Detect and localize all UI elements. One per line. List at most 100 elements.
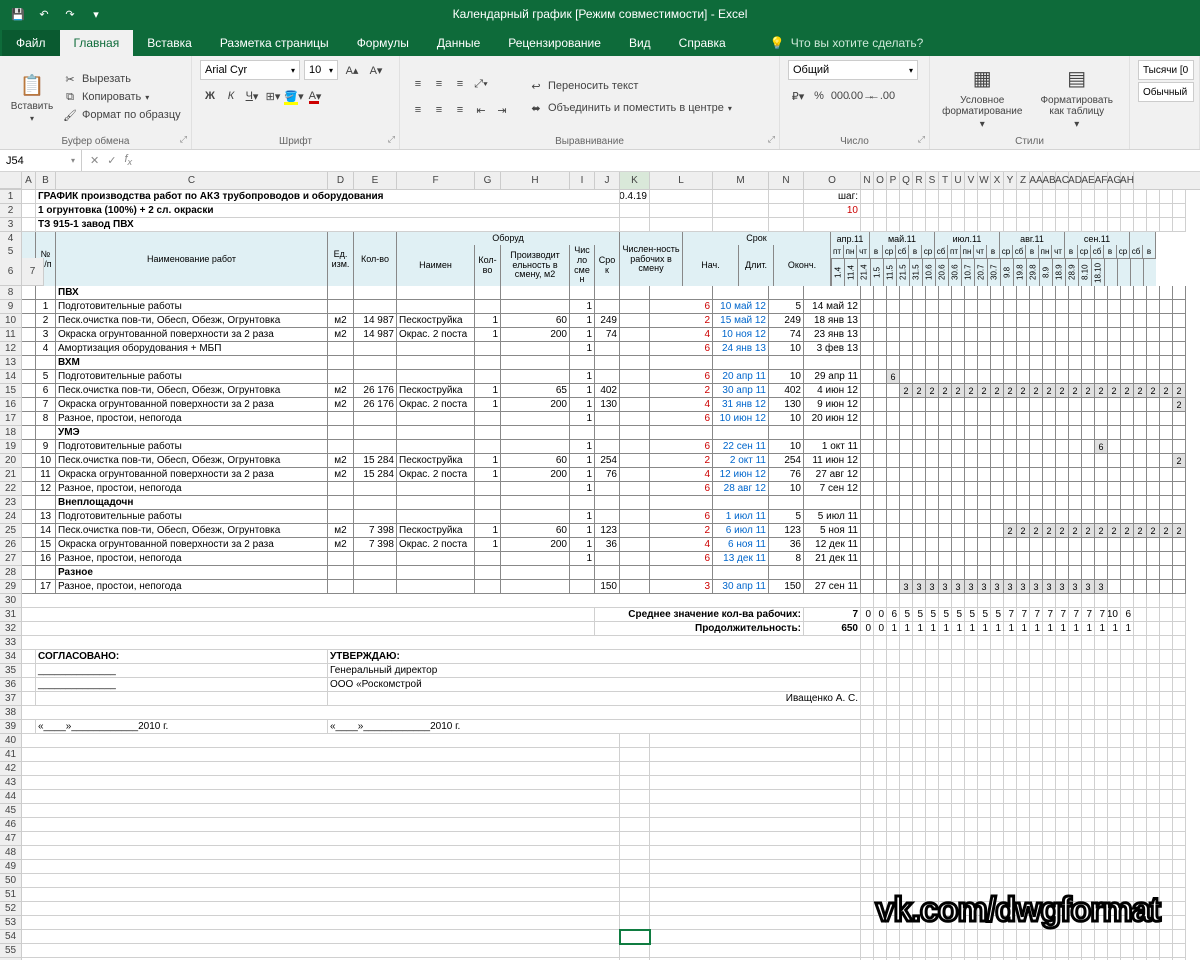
row-6[interactable]: 6 [0, 258, 22, 286]
row-24[interactable]: 24 [0, 510, 22, 524]
tab-home[interactable]: Главная [60, 30, 134, 56]
launcher-icon[interactable]: ⤢ [768, 134, 775, 145]
row-14[interactable]: 14 [0, 370, 22, 384]
launcher-icon[interactable]: ⤢ [918, 134, 925, 145]
wrap-text-button[interactable]: ↩Переносить текст [528, 78, 732, 94]
format-painter-button[interactable]: 🖌Формат по образцу [62, 107, 181, 123]
dec-decimal-icon[interactable]: ←.00 [872, 86, 892, 106]
row-19[interactable]: 19 [0, 440, 22, 454]
row-22[interactable]: 22 [0, 482, 22, 496]
row-28[interactable]: 28 [0, 566, 22, 580]
fill-color-button[interactable]: 🪣▾ [284, 86, 304, 106]
row-46[interactable]: 46 [0, 818, 22, 832]
row-2[interactable]: 2 [0, 204, 22, 218]
row-23[interactable]: 23 [0, 496, 22, 510]
row-30[interactable]: 30 [0, 594, 22, 608]
row-25[interactable]: 25 [0, 524, 22, 538]
row-37[interactable]: 37 [0, 692, 22, 706]
row-38[interactable]: 38 [0, 706, 22, 720]
row-18[interactable]: 18 [0, 426, 22, 440]
col-D[interactable]: D [328, 172, 354, 189]
row-43[interactable]: 43 [0, 776, 22, 790]
row-55[interactable]: 55 [0, 944, 22, 958]
col-B[interactable]: B [36, 172, 56, 189]
fx-icon[interactable]: fx [124, 153, 132, 167]
row-17[interactable]: 17 [0, 412, 22, 426]
row-16[interactable]: 16 [0, 398, 22, 412]
merge-button[interactable]: ⬌Объединить и поместить в центре▾ [528, 100, 732, 116]
align-right-icon[interactable]: ≡ [450, 100, 470, 120]
row-26[interactable]: 26 [0, 538, 22, 552]
col-J[interactable]: J [595, 172, 620, 189]
align-top-icon[interactable]: ≡ [408, 74, 428, 94]
formula-input[interactable] [140, 150, 1200, 171]
select-all-corner[interactable] [0, 172, 22, 189]
row-52[interactable]: 52 [0, 902, 22, 916]
tab-layout[interactable]: Разметка страницы [206, 30, 343, 56]
style-thousands[interactable]: Тысячи [0 [1138, 60, 1194, 80]
row-5[interactable]: 5 [0, 245, 22, 259]
row-35[interactable]: 35 [0, 664, 22, 678]
font-size-combo[interactable]: 10▾ [304, 60, 338, 80]
row-42[interactable]: 42 [0, 762, 22, 776]
row-11[interactable]: 11 [0, 328, 22, 342]
font-color-button[interactable]: A▾ [305, 86, 325, 106]
align-center-icon[interactable]: ≡ [429, 100, 449, 120]
row-3[interactable]: 3 [0, 218, 22, 232]
row-54[interactable]: 54 [0, 930, 22, 944]
tab-file[interactable]: Файл [2, 30, 60, 56]
row-44[interactable]: 44 [0, 790, 22, 804]
cond-format-button[interactable]: ▦ Условное форматирование▾ [938, 60, 1027, 134]
number-format-combo[interactable]: Общий▾ [788, 60, 918, 80]
redo-icon[interactable]: ↷ [58, 3, 82, 25]
indent-left-icon[interactable]: ⇤ [471, 100, 491, 120]
style-normal[interactable]: Обычный [1138, 82, 1194, 102]
row-20[interactable]: 20 [0, 454, 22, 468]
row-32[interactable]: 32 [0, 622, 22, 636]
row-33[interactable]: 33 [0, 636, 22, 650]
row-9[interactable]: 9 [0, 300, 22, 314]
row-45[interactable]: 45 [0, 804, 22, 818]
paste-button[interactable]: 📋 Вставить ▾ [8, 60, 56, 134]
row-48[interactable]: 48 [0, 846, 22, 860]
col-M[interactable]: M [713, 172, 769, 189]
shrink-font-icon[interactable]: A▾ [366, 60, 386, 80]
row-21[interactable]: 21 [0, 468, 22, 482]
col-N[interactable]: N [769, 172, 804, 189]
row-7[interactable]: 7 [22, 258, 44, 286]
bold-button[interactable]: Ж [200, 86, 220, 106]
row-51[interactable]: 51 [0, 888, 22, 902]
tell-me[interactable]: 💡 Что вы хотите сделать? [760, 30, 934, 56]
row-27[interactable]: 27 [0, 552, 22, 566]
save-icon[interactable]: 💾 [6, 3, 30, 25]
border-button[interactable]: ⊞▾ [263, 86, 283, 106]
grow-font-icon[interactable]: A▴ [342, 60, 362, 80]
cancel-icon[interactable]: ✕ [90, 154, 99, 167]
launcher-icon[interactable]: ⤢ [388, 134, 395, 145]
col-O[interactable]: O [804, 172, 861, 189]
col-I[interactable]: I [570, 172, 595, 189]
col-E[interactable]: E [354, 172, 397, 189]
row-39[interactable]: 39 [0, 720, 22, 734]
format-table-button[interactable]: ▤ Форматировать как таблицу▾ [1033, 60, 1122, 134]
tab-view[interactable]: Вид [615, 30, 665, 56]
tab-insert[interactable]: Вставка [133, 30, 206, 56]
row-41[interactable]: 41 [0, 748, 22, 762]
orientation-icon[interactable]: ⤢▾ [471, 74, 491, 94]
row-4[interactable]: 4 [0, 232, 22, 246]
indent-right-icon[interactable]: ⇥ [492, 100, 512, 120]
copy-button[interactable]: ⧉Копировать▾ [62, 89, 181, 105]
row-1[interactable]: 1 [0, 190, 22, 204]
align-bottom-icon[interactable]: ≡ [450, 74, 470, 94]
name-box[interactable]: J54▾ [0, 150, 82, 171]
row-36[interactable]: 36 [0, 678, 22, 692]
row-50[interactable]: 50 [0, 874, 22, 888]
row-13[interactable]: 13 [0, 356, 22, 370]
qat-more-icon[interactable]: ▾ [84, 3, 108, 25]
col-L[interactable]: L [650, 172, 713, 189]
col-A[interactable]: A [22, 172, 36, 189]
tab-review[interactable]: Рецензирование [494, 30, 615, 56]
font-name-combo[interactable]: Arial Cyr▾ [200, 60, 300, 80]
undo-icon[interactable]: ↶ [32, 3, 56, 25]
col-K[interactable]: K [620, 172, 650, 189]
